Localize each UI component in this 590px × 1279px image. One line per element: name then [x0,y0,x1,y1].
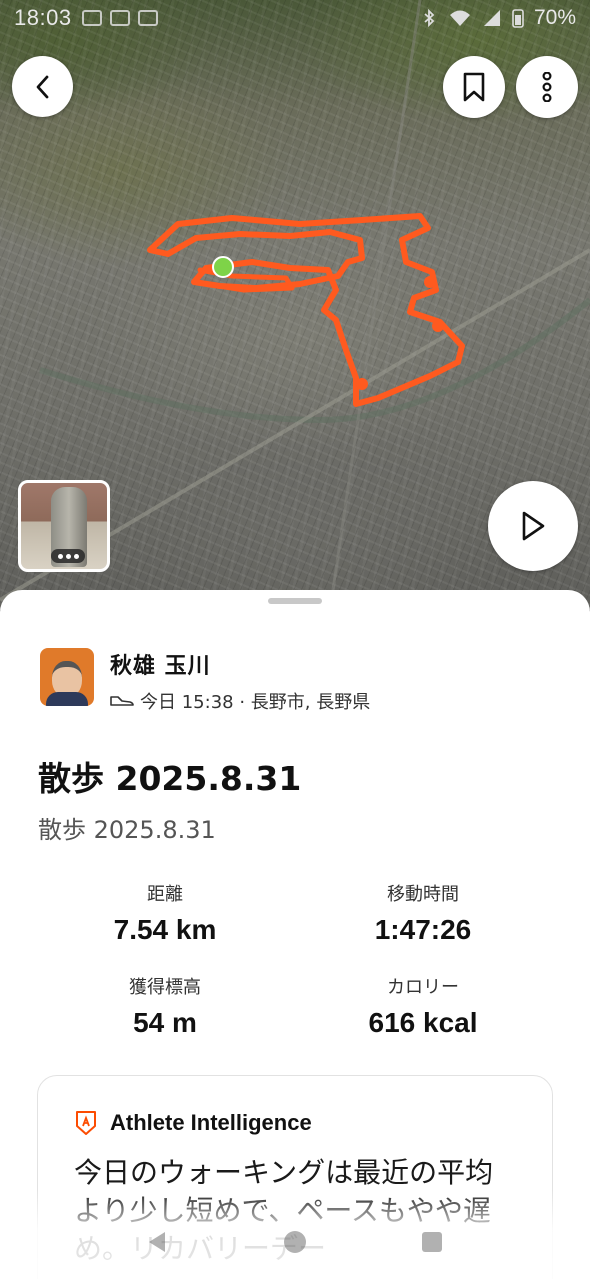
status-bar: 18:03 70% [0,0,590,36]
play-icon [522,511,545,541]
start-marker [212,256,234,278]
stat-value: 616 kcal [368,1007,478,1038]
main-road [328,0,422,610]
bookmark-button[interactable] [443,56,505,118]
photo-count-indicator [51,549,85,563]
battery-icon [512,9,524,28]
ai-card-header: Athlete Intelligence [74,1110,516,1136]
status-right: 70% [420,6,576,30]
photo-thumbnail[interactable] [18,480,110,572]
signal-icon [483,10,500,26]
athlete-intelligence-icon [76,1111,96,1135]
stat-label: 移動時間 [387,884,459,905]
stat-label: カロリー [387,977,459,998]
stat-elevation-gain: 獲得標高 54 m [55,973,275,1039]
status-time: 18:03 [14,5,72,30]
route-path [147,213,465,407]
shoe-icon [110,696,134,706]
activity-title: 散歩 2025.8.31 [38,759,302,798]
athlete-header[interactable]: 秋雄 玉川 今日 15:38 · 長野市, 長野県 [40,648,370,714]
stat-label: 距離 [147,884,183,905]
ai-card-title: Athlete Intelligence [110,1110,312,1135]
avatar[interactable] [40,648,94,706]
chevron-left-icon [36,75,48,98]
activity-description: 散歩 2025.8.31 [38,816,216,844]
notification-icon [137,10,158,26]
nav-back-icon[interactable] [145,1229,171,1255]
activity-meta-text: 今日 15:38 · 長野市, 長野県 [140,692,371,713]
stat-distance: 距離 7.54 km [55,880,275,946]
athlete-name[interactable]: 秋雄 玉川 [110,648,370,680]
nav-recents-icon[interactable] [419,1229,445,1255]
sheet-drag-handle[interactable] [268,598,322,604]
activity-meta: 今日 15:38 · 長野市, 長野県 [110,688,370,714]
nav-home-icon[interactable] [282,1229,308,1255]
bookmark-icon [463,72,485,102]
more-options-button[interactable] [516,56,578,118]
more-vertical-icon [542,72,552,102]
route-line [147,213,465,407]
river-line [39,297,590,424]
stat-value: 1:47:26 [374,914,472,945]
stat-value: 7.54 km [113,914,217,945]
notification-icons [81,10,158,26]
battery-level: 70% [533,6,576,29]
bluetooth-icon [424,9,435,27]
stat-moving-time: 移動時間 1:47:26 [313,880,533,946]
back-button[interactable] [12,56,73,117]
stat-value: 54 m [133,1007,197,1038]
activity-sheet: 秋雄 玉川 今日 15:38 · 長野市, 長野県 散歩 2025.8.31 散… [0,590,590,1279]
route-waypoint [432,320,444,332]
play-flyover-button[interactable] [488,481,578,571]
route-waypoint [356,378,368,390]
avatar-shirt [46,692,88,706]
athlete-info: 秋雄 玉川 今日 15:38 · 長野市, 長野県 [110,648,370,714]
stat-label: 獲得標高 [129,977,201,998]
route-waypoint [424,276,436,288]
notification-icon [81,10,102,26]
wifi-icon [449,10,470,26]
stat-calories: カロリー 616 kcal [313,973,533,1039]
notification-icon [109,10,130,26]
system-nav-bar [0,1222,590,1262]
